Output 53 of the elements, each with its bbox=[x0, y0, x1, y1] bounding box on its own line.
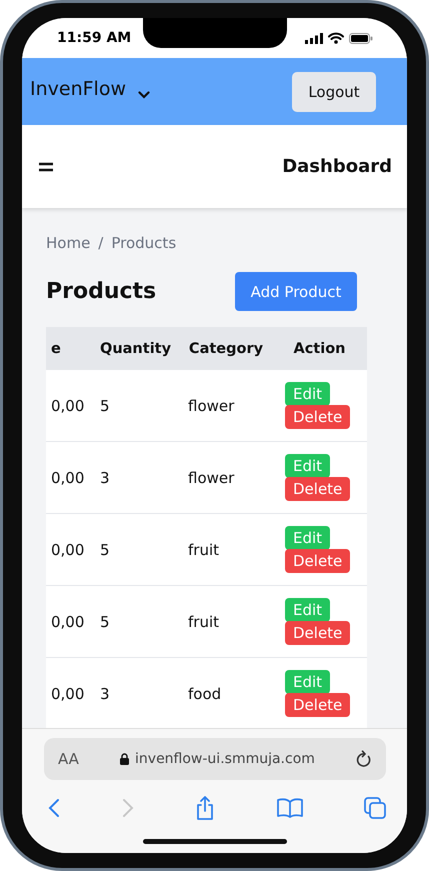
table-cell: 0,00 bbox=[51, 540, 84, 558]
forward-icon bbox=[122, 798, 134, 818]
status-time: 11:59 AM bbox=[57, 30, 132, 46]
book-icon[interactable] bbox=[276, 798, 302, 818]
delete-button[interactable]: Delete bbox=[285, 477, 350, 501]
table-cell: flower bbox=[188, 468, 234, 486]
column-header: Action bbox=[293, 340, 346, 356]
brand-name[interactable]: InvenFlow bbox=[30, 78, 126, 100]
breadcrumb-item: Products bbox=[111, 234, 176, 252]
url-text: invenflow-ui.smmuja.com bbox=[135, 751, 315, 767]
table-cell: 0,00 bbox=[51, 612, 84, 630]
share-icon[interactable] bbox=[195, 796, 215, 820]
column-header: Quantity bbox=[100, 340, 172, 356]
products-heading: Products bbox=[46, 279, 156, 304]
edit-button[interactable]: Edit bbox=[285, 382, 330, 406]
edit-button[interactable]: Edit bbox=[285, 454, 330, 478]
delete-button[interactable]: Delete bbox=[285, 405, 350, 429]
tabs-icon[interactable] bbox=[364, 797, 386, 819]
signal-icon bbox=[305, 32, 323, 44]
breadcrumb-item[interactable]: Home bbox=[46, 234, 90, 252]
table-cell: 0,00 bbox=[51, 396, 84, 414]
delete-button[interactable]: Delete bbox=[285, 621, 350, 645]
reload-icon[interactable] bbox=[356, 750, 372, 768]
edit-button[interactable]: Edit bbox=[285, 598, 330, 622]
breadcrumb-separator: / bbox=[98, 234, 104, 252]
column-header: Category bbox=[188, 340, 264, 356]
table-cell: 3 bbox=[100, 684, 110, 702]
table-cell: 5 bbox=[100, 396, 110, 414]
table-cell: food bbox=[188, 684, 222, 702]
logout-button[interactable]: Logout bbox=[292, 72, 376, 112]
lock-icon bbox=[120, 753, 130, 765]
chevron-down-icon[interactable] bbox=[138, 90, 150, 98]
table-cell: 5 bbox=[100, 612, 110, 630]
menu-icon[interactable] bbox=[39, 162, 53, 172]
back-icon[interactable] bbox=[48, 798, 60, 818]
address-bar[interactable]: AA invenflow-ui.smmuja.com bbox=[44, 738, 386, 780]
table-cell: 5 bbox=[100, 540, 110, 558]
table-cell: 0,00 bbox=[51, 468, 84, 486]
add-product-button[interactable]: Add Product bbox=[235, 272, 357, 311]
edit-button[interactable]: Edit bbox=[285, 526, 330, 550]
edit-button[interactable]: Edit bbox=[285, 670, 330, 694]
text-size-button[interactable]: AA bbox=[58, 750, 79, 768]
column-header: e bbox=[51, 340, 61, 356]
battery-icon bbox=[349, 32, 373, 44]
wifi-icon bbox=[328, 32, 344, 44]
delete-button[interactable]: Delete bbox=[285, 693, 350, 717]
table-cell: fruit bbox=[188, 540, 220, 558]
page-title: Dashboard bbox=[282, 156, 392, 177]
delete-button[interactable]: Delete bbox=[285, 549, 350, 573]
table-cell: fruit bbox=[188, 612, 220, 630]
table-cell: flower bbox=[188, 396, 234, 414]
table-cell: 3 bbox=[100, 468, 110, 486]
table-cell: 0,00 bbox=[51, 684, 84, 702]
